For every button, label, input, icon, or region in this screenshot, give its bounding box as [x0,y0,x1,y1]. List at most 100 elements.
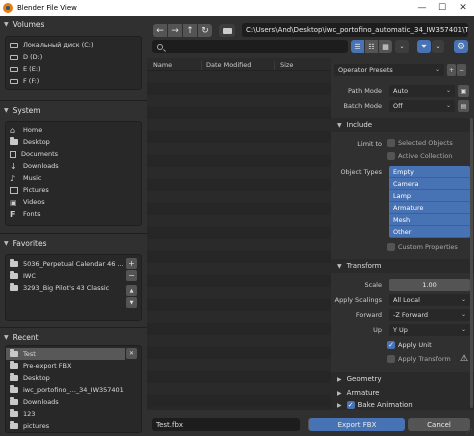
recent-item[interactable]: iwc_portofino_..._34_IW357401 [6,384,141,396]
column-date-modified[interactable]: Date Modified [206,61,251,69]
move-up-button[interactable]: ▲ [126,285,137,296]
chevron-down-icon: ⌄ [445,87,451,94]
system-item-documents[interactable]: Documents [6,148,141,160]
new-folder-button[interactable] [219,24,235,37]
system-item-desktop[interactable]: Desktop [6,136,141,148]
recent-item-test[interactable]: Test [6,348,125,360]
add-bookmark-button[interactable]: + [126,258,137,269]
remove-preset-button[interactable]: − [457,64,466,76]
filename-input[interactable]: Test.fbx [152,418,300,431]
include-section-header[interactable]: ▼ Include [331,118,474,132]
filter-search-input[interactable] [152,40,348,53]
path-mode-dropdown[interactable]: Auto ⌄ [389,85,455,97]
scale-field[interactable]: 1.00 [389,279,470,291]
move-down-button[interactable]: ▼ [126,297,137,308]
folder-icon [10,409,18,417]
properties-scrollbar[interactable] [470,118,473,408]
recent-item[interactable]: pictures [6,420,141,432]
disk-icon [10,78,18,84]
search-icon [157,43,163,50]
column-separator[interactable] [274,61,275,70]
recent-header[interactable]: ▼ Recent [0,330,147,344]
recent-item[interactable]: Desktop [6,372,141,384]
object-type-armature[interactable]: Armature [389,202,470,214]
system-item-downloads[interactable]: Downloads [6,160,141,172]
system-item-music[interactable]: Music [6,172,141,184]
column-separator[interactable] [201,61,202,70]
batch-mode-dropdown[interactable]: Off ⌄ [389,100,455,112]
object-type-empty[interactable]: Empty [389,166,470,178]
add-preset-button[interactable]: + [447,64,456,76]
volume-item-c[interactable]: Локальный диск (C:) [6,39,141,51]
settings-toggle-button[interactable]: ⚙ [454,40,468,53]
recent-controls: ✕ [126,348,137,360]
minimize-button[interactable]: — [412,0,432,16]
file-list[interactable]: Name Date Modified Size [147,58,331,410]
selected-objects-checkbox[interactable]: Selected Objects [387,139,453,147]
cancel-button[interactable]: Cancel [408,418,470,431]
resize-grip-icon[interactable]: ⋰ [466,428,472,435]
disk-icon [10,66,18,72]
up-axis-dropdown[interactable]: Y Up ⌄ [389,324,470,336]
directory-path-input[interactable]: C:\Users\And\Desktop\iwc_portofino_autom… [242,23,468,37]
batch-own-dir-toggle[interactable]: ▤ [458,100,469,112]
remove-bookmark-button[interactable]: − [126,270,137,281]
clear-recent-button[interactable]: ✕ [126,348,137,359]
parent-directory-button[interactable]: ↑ [183,24,197,37]
horizontal-list-view-button[interactable]: ☷ [365,40,378,53]
object-type-other[interactable]: Other [389,226,470,238]
maximize-button[interactable]: ☐ [432,0,452,16]
forward-axis-dropdown[interactable]: -Z Forward ⌄ [389,309,470,321]
disk-icon [10,54,18,60]
apply-scalings-dropdown[interactable]: All Local ⌄ [389,294,470,306]
divider[interactable] [0,100,147,101]
object-type-lamp[interactable]: Lamp [389,190,470,202]
system-item-fonts[interactable]: Fonts [6,208,141,220]
object-type-camera[interactable]: Camera [389,178,470,190]
favorite-item[interactable]: IWC [6,270,125,282]
divider[interactable] [0,327,147,328]
system-item-home[interactable]: Home [6,124,141,136]
custom-properties-checkbox[interactable]: Custom Properties [387,243,458,251]
column-size[interactable]: Size [280,61,293,69]
object-type-mesh[interactable]: Mesh [389,214,470,226]
bake-animation-section-header[interactable]: ▶ ✓ Bake Animation [331,400,474,410]
apply-unit-checkbox[interactable]: ✓ Apply Unit [387,341,432,349]
volume-item-f[interactable]: F (F:) [6,75,141,87]
back-button[interactable]: ← [153,24,167,37]
armature-section-header[interactable]: ▶ Armature [331,386,474,400]
vertical-list-view-button[interactable]: ☰ [351,40,364,53]
active-collection-checkbox[interactable]: Active Collection [387,152,452,160]
system-header[interactable]: ▼ System [0,103,147,117]
column-name[interactable]: Name [153,61,172,69]
apply-transform-checkbox[interactable]: Apply Transform [387,355,451,363]
refresh-button[interactable]: ↻ [198,24,212,37]
checkbox-box [387,139,395,147]
embed-textures-toggle[interactable]: ▣ [458,85,469,97]
thumbnail-view-button[interactable]: ▦ [379,40,392,53]
transform-section-header[interactable]: ▼ Transform [331,259,474,273]
volumes-header[interactable]: ▼ Volumes [0,17,147,31]
display-settings-dropdown[interactable]: ⌄ [395,40,409,53]
download-icon [10,163,18,170]
operator-presets-dropdown[interactable]: Operator Presets ⌄ [334,64,444,76]
recent-item[interactable]: 123 [6,408,141,420]
favorite-item[interactable]: 5036_Perpetual Calendar 46 ... [6,258,125,270]
favorites-header[interactable]: ▼ Favorites [0,236,147,250]
volume-item-e[interactable]: E (E:) [6,63,141,75]
recent-item[interactable]: Pre-export FBX [6,360,141,372]
forward-button[interactable]: → [168,24,182,37]
system-item-pictures[interactable]: Pictures [6,184,141,196]
filter-options-dropdown[interactable]: ⌄ [432,40,444,53]
divider[interactable] [0,233,147,234]
geometry-section-header[interactable]: ▶ Geometry [331,372,474,386]
volume-item-d[interactable]: D (D:) [6,51,141,63]
recent-item[interactable]: Downloads [6,396,141,408]
export-fbx-button[interactable]: Export FBX [309,418,405,431]
system-item-videos[interactable]: Videos [6,196,141,208]
font-icon [10,211,18,218]
favorite-item[interactable]: 3293_Big Pilot's 43 Classic [6,282,125,294]
close-window-button[interactable]: ✕ [452,0,474,16]
filter-toggle-button[interactable]: ⏷ [417,40,431,53]
checkmark-icon[interactable]: ✓ [346,401,355,409]
